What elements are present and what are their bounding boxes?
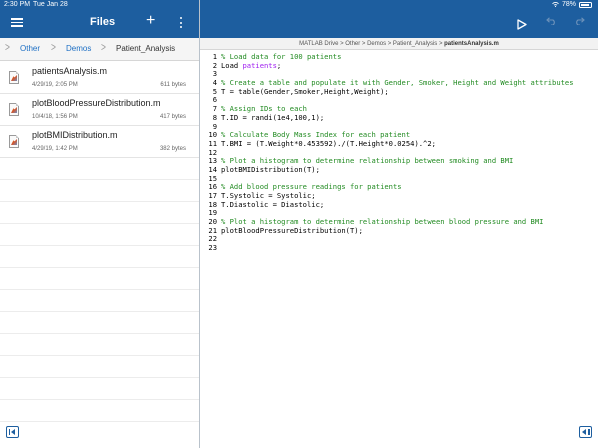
empty-row (0, 312, 199, 334)
code-line[interactable]: 21 plotBloodPressureDistribution(T); (200, 225, 598, 236)
editor-path: MATLAB Drive > Other > Demos > Patient_A… (200, 38, 598, 50)
matlab-file-icon (9, 103, 19, 116)
code-line[interactable]: 23 (200, 243, 598, 253)
empty-row (0, 158, 199, 180)
line-text: plotBMIDistribution(T); (221, 164, 320, 174)
code-line[interactable]: 5T = table(Gender,Smoker,Height,Weight); (200, 86, 598, 97)
collapse-panel-icon[interactable] (6, 426, 19, 438)
more-options-icon[interactable] (179, 17, 183, 29)
line-number: 23 (208, 243, 217, 253)
code-line[interactable]: 2 Load patients; (200, 60, 598, 71)
file-date: 4/29/19, 1:42 PM (32, 146, 78, 152)
file-item[interactable]: plotBloodPressureDistribution.m 10/4/18,… (0, 94, 199, 126)
battery-icon (579, 1, 592, 8)
file-name: plotBloodPressureDistribution.m (32, 98, 161, 108)
status-right: 78% (552, 1, 592, 8)
breadcrumb-other[interactable]: Other (20, 44, 40, 53)
matlab-file-icon (9, 135, 19, 148)
empty-row (0, 180, 199, 202)
chevron-right-icon: > (5, 40, 10, 54)
file-date: 10/4/18, 1:56 PM (32, 114, 78, 120)
file-list: patientsAnalysis.m 4/29/19, 2:05 PM 611 … (0, 62, 199, 422)
empty-row (0, 246, 199, 268)
file-item[interactable]: plotBMIDistribution.m 4/29/19, 1:42 PM 3… (0, 126, 199, 158)
redo-icon[interactable] (574, 16, 586, 28)
line-text: T = table(Gender,Smoker,Height,Weight); (221, 86, 389, 96)
code-line[interactable]: 11 T.BMI = (T.Weight*0.453592)./(T.Height… (200, 138, 598, 149)
files-title: Files (90, 16, 116, 28)
breadcrumb: > Other > Demos > Patient_Analysis (0, 38, 199, 61)
code-line[interactable]: 14 plotBMIDistribution(T); (200, 164, 598, 175)
empty-row (0, 290, 199, 312)
empty-row (0, 356, 199, 378)
empty-row (0, 224, 199, 246)
file-name: patientsAnalysis.m (32, 66, 108, 76)
add-icon[interactable]: + (146, 13, 155, 29)
empty-row (0, 378, 199, 400)
matlab-file-icon (9, 71, 19, 84)
battery-percent: 78% (561, 1, 576, 8)
empty-row (0, 334, 199, 356)
editor-path-prefix: MATLAB Drive > Other > Demos > Patient_A… (299, 41, 445, 47)
file-date: 4/29/19, 2:05 PM (32, 82, 78, 88)
line-text: T.BMI = (T.Weight*0.453592)./(T.Height*0… (221, 138, 436, 148)
menu-icon[interactable] (11, 18, 23, 27)
file-item[interactable]: patientsAnalysis.m 4/29/19, 2:05 PM 611 … (0, 62, 199, 94)
line-text: Load patients; (221, 60, 282, 70)
code-line[interactable]: 8 T.ID = randi(1e4,100,1); (200, 112, 598, 123)
undo-icon[interactable] (545, 16, 557, 28)
breadcrumb-current: Patient_Analysis (116, 44, 176, 53)
file-size: 417 bytes (159, 114, 186, 120)
code-editor[interactable]: 1% Load data for 100 patients 2 Load patie… (200, 52, 598, 253)
empty-row (0, 202, 199, 224)
run-icon[interactable] (517, 17, 527, 35)
chevron-right-icon: > (51, 40, 56, 54)
status-time: 2:30 PM (4, 1, 31, 8)
wifi-icon (552, 2, 559, 7)
expand-panel-icon[interactable] (579, 426, 592, 438)
empty-row (0, 268, 199, 290)
code-line[interactable]: 22 (200, 235, 598, 244)
chevron-right-icon: > (101, 40, 106, 54)
file-name: plotBMIDistribution.m (32, 130, 118, 140)
status-bar: 2:30 PM Tue Jan 28 78% (0, 0, 598, 10)
file-size: 382 bytes (159, 146, 186, 152)
file-size: 611 bytes (160, 82, 186, 88)
editor-file-name: patientsAnalysis.m (444, 41, 499, 47)
line-text: T.ID = randi(1e4,100,1); (221, 112, 325, 122)
code-line[interactable]: 18 T.Diastolic = Diastolic; (200, 199, 598, 210)
line-text: plotBloodPressureDistribution(T); (221, 225, 363, 235)
line-text: T.Diastolic = Diastolic; (221, 199, 325, 209)
empty-row (0, 400, 199, 422)
status-date: Tue Jan 28 (33, 1, 68, 8)
breadcrumb-demos[interactable]: Demos (66, 44, 91, 53)
